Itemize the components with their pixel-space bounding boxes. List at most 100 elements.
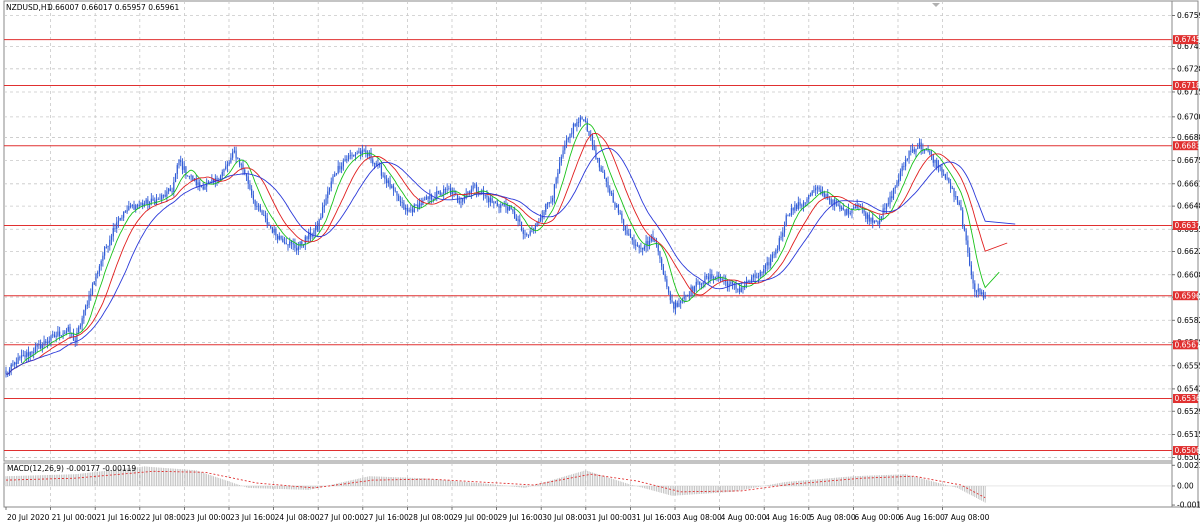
candle-body xyxy=(69,326,71,334)
candle-body xyxy=(55,335,57,337)
candle-body xyxy=(425,196,427,200)
candle-body xyxy=(472,185,474,190)
candle-body xyxy=(304,236,306,245)
time-tick-label: 24 Jul 08:00 xyxy=(275,513,320,522)
candle-body xyxy=(877,221,879,225)
candle-body xyxy=(707,276,709,280)
candle-body xyxy=(136,205,139,207)
candle-body xyxy=(100,260,102,267)
candle-body xyxy=(965,230,967,241)
candle-body xyxy=(142,203,144,206)
candle-body xyxy=(446,188,448,190)
candle-body xyxy=(526,234,528,236)
candle-body xyxy=(247,176,249,185)
candle-body xyxy=(439,191,441,195)
candle-body xyxy=(375,163,377,166)
chart-root: 0.675950.674150.672850.671500.670050.668… xyxy=(0,0,1200,525)
price-tick-label: 0.66085 xyxy=(1177,270,1200,279)
candle-body xyxy=(228,162,230,165)
candle-body xyxy=(104,247,106,256)
time-tick-label: 7 Aug 08:00 xyxy=(944,513,990,522)
candle-body xyxy=(763,268,765,273)
candle-body xyxy=(168,188,170,192)
candle-body xyxy=(578,122,580,123)
candle-body xyxy=(609,188,611,194)
candle-body xyxy=(567,138,569,140)
candle-body xyxy=(450,188,452,194)
candle-body xyxy=(410,209,412,211)
candle-body xyxy=(977,288,979,292)
candle-body xyxy=(408,210,410,212)
candle-body xyxy=(46,342,49,344)
candle-body xyxy=(603,172,606,178)
price-tick-label: 0.66485 xyxy=(1177,202,1200,211)
level-badge-label: 0.65364 xyxy=(1175,394,1200,403)
price-chart[interactable]: 0.675950.674150.672850.671500.670050.668… xyxy=(0,0,1200,525)
candle-body xyxy=(405,207,407,210)
candle-body xyxy=(22,355,24,356)
candle-body xyxy=(695,281,697,287)
candle-body xyxy=(24,355,26,357)
candle-body xyxy=(917,147,919,149)
candle-body xyxy=(363,149,365,151)
candle-body xyxy=(792,208,794,211)
ohlc-info: 0.66007 0.66017 0.65957 0.65961 xyxy=(48,3,179,12)
candle-body xyxy=(600,167,602,172)
candle-body xyxy=(920,142,922,150)
candle-body xyxy=(711,273,713,279)
candle-body xyxy=(12,364,14,366)
candle-body xyxy=(943,174,945,176)
candle-body xyxy=(64,332,66,334)
candle-body xyxy=(612,193,614,203)
candle-body xyxy=(245,174,248,177)
candle-body xyxy=(501,204,504,206)
candle-body xyxy=(238,158,241,165)
candle-body xyxy=(27,352,30,356)
candle-body xyxy=(123,211,125,218)
candle-body xyxy=(669,292,671,301)
candle-body xyxy=(29,351,31,356)
candle-body xyxy=(93,281,95,285)
candle-body xyxy=(183,166,185,170)
candle-body xyxy=(456,194,459,201)
candle-body xyxy=(981,292,983,294)
candle-body xyxy=(14,362,16,365)
candle-body xyxy=(150,198,152,203)
candle-body xyxy=(562,150,564,157)
candle-body xyxy=(676,302,678,307)
candle-body xyxy=(936,159,938,168)
candle-body xyxy=(299,241,301,247)
time-tick-label: 5 Aug 08:00 xyxy=(810,513,856,522)
candle-body xyxy=(169,188,171,192)
candle-body xyxy=(934,159,936,163)
candle-body xyxy=(790,208,793,215)
candle-body xyxy=(673,302,675,309)
candle-body xyxy=(882,208,884,217)
candle-body xyxy=(488,197,490,203)
candle-body xyxy=(905,159,907,167)
candle-body xyxy=(520,221,523,231)
candle-body xyxy=(678,303,680,307)
candle-body xyxy=(527,234,530,236)
candle-body xyxy=(116,222,118,229)
price-tick-label: 0.65290 xyxy=(1177,407,1200,416)
candle-body xyxy=(335,173,338,175)
candle-body xyxy=(178,160,180,166)
candle-body xyxy=(36,344,38,347)
time-axis: 20 Jul 2020 21 Jul 00:00 21 Jul 16:00 22 Ju… xyxy=(5,507,990,522)
candle-body xyxy=(559,162,561,173)
candle-body xyxy=(382,175,384,177)
time-tick-label: 22 Jul 08:00 xyxy=(141,513,186,522)
candle-body xyxy=(342,161,344,167)
candle-body xyxy=(159,198,161,200)
candle-body xyxy=(797,202,799,209)
candle-body xyxy=(52,334,54,336)
candle-body xyxy=(427,196,429,200)
candle-body xyxy=(884,208,886,210)
candle-body xyxy=(801,205,803,207)
candle-body xyxy=(460,201,462,203)
candle-body xyxy=(674,302,677,309)
candle-body xyxy=(828,198,831,200)
candle-body xyxy=(415,204,417,206)
candle-body xyxy=(621,213,623,220)
